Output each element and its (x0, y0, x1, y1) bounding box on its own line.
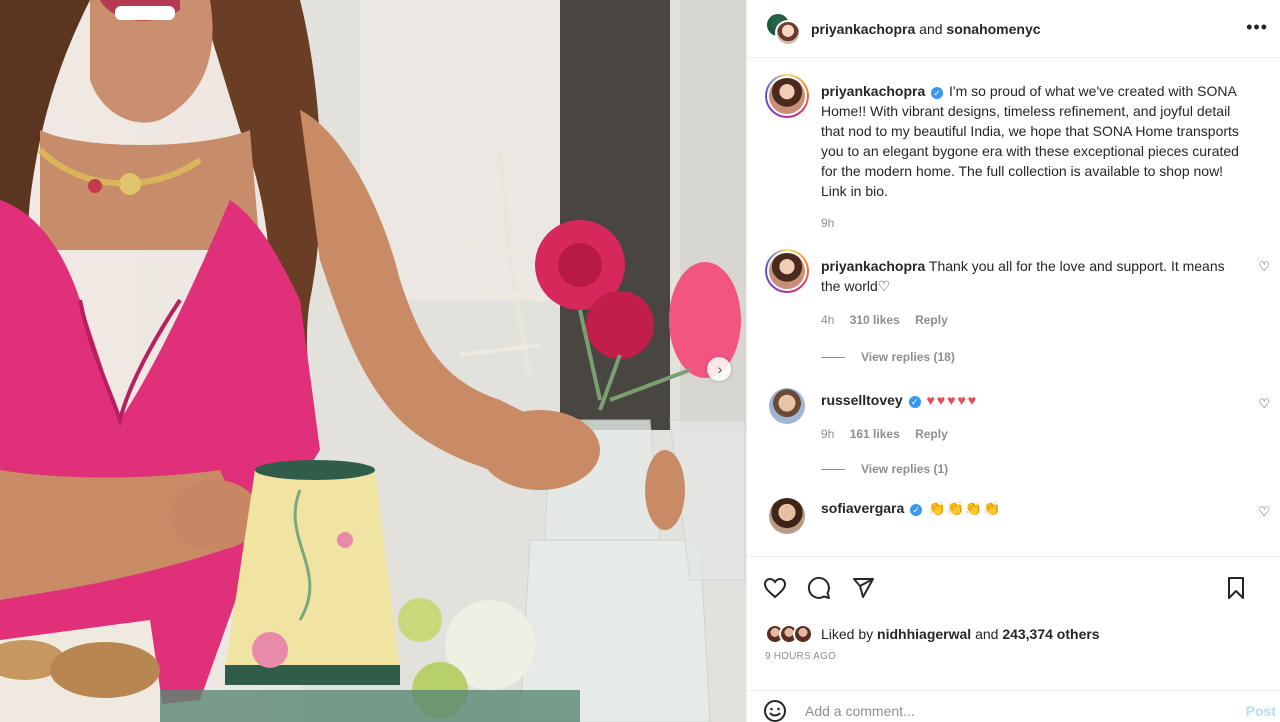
avatar[interactable] (769, 388, 805, 424)
avatar[interactable] (793, 624, 813, 644)
liked-by-text: Liked by nidhhiagerwal and 243,374 other… (821, 626, 1100, 642)
liked-by: Liked by nidhhiagerwal and 243,374 other… (747, 619, 1280, 649)
view-replies-label: View replies (18) (861, 350, 955, 364)
verified-icon: ✓ (931, 87, 944, 99)
divider (821, 468, 845, 470)
comment-username[interactable]: sofiavergara (821, 500, 904, 516)
comment-icon[interactable] (807, 576, 831, 600)
comment: priyankachopra Thank you all for the lov… (747, 249, 1280, 330)
comment-body: priyankachopra Thank you all for the lov… (821, 256, 1241, 330)
comment: sofiavergara ✓ 👏👏👏👏 ♡ (747, 498, 1280, 534)
more-horizontal-icon[interactable]: ••• (1246, 18, 1268, 36)
emoji-icon[interactable] (763, 699, 787, 722)
avatar[interactable] (769, 498, 805, 534)
comment-like-heart-icon[interactable]: ♡ (1258, 504, 1270, 520)
view-replies-button[interactable]: View replies (1) (821, 462, 1280, 476)
heart-icon[interactable] (763, 576, 787, 600)
caption: priyankachopra ✓ I'm so proud of what we… (747, 74, 1280, 233)
post-header: priyankachopra and sonahomenyc ••• (747, 0, 1280, 58)
comment-like-heart-icon[interactable]: ♡ (1258, 396, 1270, 412)
comment-likes[interactable]: 161 likes (850, 427, 900, 441)
comment-body: sofiavergara ✓ 👏👏👏👏 (821, 498, 1241, 534)
caption-time[interactable]: 9h (821, 216, 834, 230)
liked-by-avatars[interactable] (765, 624, 813, 644)
post-sidebar: priyankachopra and sonahomenyc ••• priya… (746, 0, 1280, 722)
post-photo[interactable]: › (0, 0, 746, 722)
caption-username[interactable]: priyankachopra (821, 83, 925, 99)
post-timestamp[interactable]: 9 HOURS AGO (747, 651, 1280, 662)
chevron-right-icon: › (717, 361, 723, 377)
comment-input[interactable] (805, 702, 1264, 719)
caption-meta: 9h (821, 213, 1241, 233)
avatar[interactable] (765, 249, 809, 293)
add-comment-bar: Post (747, 690, 1280, 722)
carousel-next-button[interactable]: › (707, 357, 731, 381)
post-actions: Liked by nidhhiagerwal and 243,374 other… (747, 556, 1280, 722)
share-icon[interactable] (851, 576, 875, 600)
caption-body: priyankachopra ✓ I'm so proud of what we… (821, 81, 1241, 233)
liked-by-prefix: Liked by (821, 626, 874, 642)
post-button[interactable]: Post (1246, 703, 1276, 719)
view-replies-button[interactable]: View replies (18) (821, 350, 1280, 364)
header-username-1[interactable]: priyankachopra (811, 21, 915, 37)
comment-time[interactable]: 9h (821, 427, 834, 441)
comment-likes[interactable]: 310 likes (850, 313, 900, 327)
reply-button[interactable]: Reply (915, 427, 948, 441)
avatar-priyankachopra[interactable] (775, 19, 801, 46)
collab-avatars[interactable] (765, 11, 801, 46)
liked-by-user[interactable]: nidhhiagerwal (877, 626, 971, 642)
divider (821, 356, 845, 358)
header-username-2[interactable]: sonahomenyc (946, 21, 1040, 37)
action-icons (747, 557, 1280, 619)
view-replies-label: View replies (1) (861, 462, 949, 476)
comment-username[interactable]: russelltovey (821, 392, 903, 408)
comment: russelltovey ✓ ♥♥♥♥♥ 9h 161 likes Reply … (747, 388, 1280, 444)
comments-scroll[interactable]: priyankachopra ✓ I'm so proud of what we… (747, 58, 1280, 556)
liked-by-and: and (975, 626, 999, 642)
photo-illustration (0, 0, 746, 722)
comment-body: russelltovey ✓ ♥♥♥♥♥ 9h 161 likes Reply (821, 390, 1241, 444)
caption-text: I'm so proud of what we've created with … (821, 83, 1239, 199)
comment-text: ♥♥♥♥♥ (926, 392, 979, 408)
comment-meta: 4h 310 likes Reply (821, 310, 1241, 330)
comment-like-heart-icon[interactable]: ♡ (1258, 259, 1270, 275)
verified-icon: ✓ (908, 396, 921, 408)
liked-by-others[interactable]: 243,374 others (1002, 626, 1099, 642)
header-and: and (919, 20, 943, 37)
header-usernames: priyankachopra and sonahomenyc (811, 21, 1041, 37)
comment-time[interactable]: 4h (821, 313, 834, 327)
comment-text: 👏👏👏👏 (928, 500, 1002, 516)
comment-username[interactable]: priyankachopra (821, 258, 925, 274)
avatar[interactable] (765, 74, 809, 118)
reply-button[interactable]: Reply (915, 313, 948, 327)
comment-meta: 9h 161 likes Reply (821, 424, 1241, 444)
verified-icon: ✓ (910, 504, 923, 516)
bookmark-icon[interactable] (1224, 576, 1248, 600)
